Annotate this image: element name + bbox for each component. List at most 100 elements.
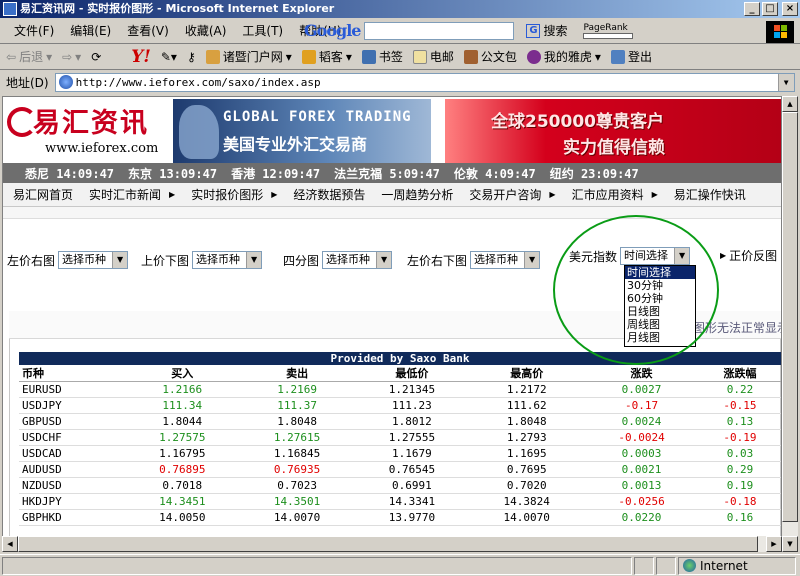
address-bar: 地址(D) http://www.ieforex.com/saxo/index.… [0, 70, 800, 94]
time-option[interactable]: 日线图 [625, 305, 695, 318]
time-option[interactable]: 60分钟 [625, 292, 695, 305]
page-icon [58, 75, 73, 89]
pencil-icon[interactable]: ✎▾ [161, 50, 177, 64]
portal-button[interactable]: 诸暨门户网 ▾ [205, 48, 292, 65]
address-dropdown-icon[interactable]: ▼ [777, 73, 794, 91]
left-bottom-group: 左价右下图 选择币种 ▼ [407, 251, 541, 269]
nav-economic-data[interactable]: 经济数据预告 [283, 186, 371, 203]
google-search-input[interactable] [364, 21, 515, 40]
clock-newyork: 纽约 23:09:47 [549, 166, 639, 181]
nav-flash[interactable]: 易汇操作快讯 [664, 186, 752, 203]
table-cell: 1.8012 [354, 413, 470, 430]
scroll-down-icon[interactable]: ▼ [782, 536, 798, 552]
table-cell: 1.16845 [239, 445, 355, 462]
vertical-scrollbar[interactable]: ▲ ▼ [782, 96, 798, 552]
logout-button[interactable]: 登出 [610, 48, 652, 65]
quote-table: 币种 买入 卖出 最低价 最高价 涨跌 涨跌幅 EURUSD 1.2166 1.2169 1.21… [19, 365, 781, 526]
myyahoo-button[interactable]: 我的雅虎 ▾ [526, 48, 601, 65]
table-cell: 14.3824 [469, 493, 585, 510]
minimize-button[interactable]: _ [744, 2, 760, 16]
yahoo-button[interactable]: Y! [131, 47, 151, 67]
nav-home[interactable]: 易汇网首页 [3, 186, 79, 203]
forex-trading-banner[interactable]: GLOBAL FOREX TRADING 美国专业外汇交易商 [173, 99, 431, 163]
table-cell: 1.8048 [469, 413, 585, 430]
hscroll-thumb[interactable] [18, 536, 758, 552]
email-button[interactable]: 电邮 [412, 48, 454, 65]
table-cell: AUDUSD [19, 461, 125, 478]
briefcase-button[interactable]: 公文包 [463, 48, 517, 65]
table-cell: 14.3341 [354, 493, 470, 510]
time-select[interactable]: 时间选择 ▼ [620, 247, 691, 265]
left-right-select[interactable]: 选择币种 ▼ [58, 251, 129, 269]
column-header: 卖出 [239, 365, 355, 382]
google-logo[interactable]: Google [304, 21, 361, 40]
briefcase-icon [463, 49, 478, 64]
scroll-up-icon[interactable]: ▲ [782, 96, 798, 112]
table-cell: 0.76895 [124, 461, 240, 478]
table-cell: 0.0003 [584, 445, 699, 462]
table-cell: 0.22 [698, 381, 781, 398]
nav-weekly-trend[interactable]: 一周趋势分析 [371, 186, 459, 203]
site-logo[interactable]: 易汇资讯 www.ieforex.com [7, 101, 169, 161]
nav-account[interactable]: 交易开户咨询 ▶ [459, 186, 561, 203]
nav-resources[interactable]: 汇市应用资料 ▶ [562, 186, 664, 203]
blog-icon [301, 49, 316, 64]
scroll-right-icon[interactable]: ▶ [766, 536, 782, 552]
reverse-link[interactable]: ▶ 正价反图 [720, 247, 777, 264]
top-bottom-select[interactable]: 选择币种 ▼ [192, 251, 263, 269]
world-clock-bar: 悉尼 14:09:47 东京 13:09:47 香港 12:09:47 法兰克福… [3, 163, 781, 183]
table-cell: EURUSD [19, 381, 125, 398]
table-cell: 0.0013 [584, 477, 699, 494]
customers-banner[interactable]: 全球250000尊贵客户 实力值得信赖 [445, 99, 781, 163]
bookmark-icon [361, 49, 376, 64]
key-icon[interactable]: ⚷ [187, 50, 196, 64]
refresh-button[interactable]: ⟳ [91, 50, 101, 64]
address-input[interactable]: http://www.ieforex.com/saxo/index.asp ▼ [54, 72, 795, 92]
back-button[interactable]: ⇦ 后退 ▾ [6, 48, 52, 65]
bookmark-button[interactable]: 书签 [361, 48, 403, 65]
table-cell: -0.15 [698, 397, 781, 414]
column-header: 最低价 [354, 365, 470, 382]
nav-news[interactable]: 实时汇市新闻 ▶ [79, 186, 181, 203]
pagerank-bar [583, 32, 634, 39]
horizontal-scrollbar[interactable]: ◀ ▶ [2, 536, 782, 552]
graph-warning-link[interactable]: 图形无法正常显示 [693, 319, 781, 336]
maximize-button[interactable]: □ [762, 2, 778, 16]
menu-view[interactable]: 查看(V) [119, 22, 177, 39]
table-cell: 1.1679 [354, 445, 470, 462]
google-search-button[interactable]: G 搜索 [522, 22, 571, 39]
clock-london: 伦敦 4:09:47 [453, 166, 536, 181]
menu-tools[interactable]: 工具(T) [234, 22, 291, 39]
pagerank: PageRank [583, 23, 634, 39]
scroll-left-icon[interactable]: ◀ [2, 536, 18, 552]
table-cell: 0.76935 [239, 461, 355, 478]
quad-select[interactable]: 选择币种 ▼ [322, 251, 393, 269]
menu-favorites[interactable]: 收藏(A) [177, 22, 235, 39]
standard-toolbar: ⇦ 后退 ▾ ⇨ ▾ ⟳ Y! ✎▾ ⚷ 诸暨门户网 ▾ 韬客 ▾ 书签 电邮 公文包 我… [0, 44, 800, 70]
forward-button[interactable]: ⇨ ▾ [62, 50, 81, 64]
table-row: HKDJPY 14.3451 14.3501 14.3341 14.3824 -0.025… [19, 493, 781, 510]
table-cell: 0.16 [698, 509, 781, 526]
close-button[interactable]: × [782, 2, 798, 16]
table-cell: -0.0256 [584, 493, 699, 510]
table-cell: 1.1695 [469, 445, 585, 462]
zone-indicator: Internet [678, 556, 796, 575]
table-cell: GBPHKD [19, 509, 125, 526]
column-header: 买入 [124, 365, 240, 382]
table-cell: HKDJPY [19, 493, 125, 510]
time-option[interactable]: 30分钟 [625, 279, 695, 292]
time-option[interactable]: 月线图 [625, 331, 695, 344]
menu-edit[interactable]: 编辑(E) [62, 22, 119, 39]
table-cell: 0.29 [698, 461, 781, 478]
time-option[interactable]: 时间选择 [625, 266, 695, 279]
left-bottom-select[interactable]: 选择币种 ▼ [470, 251, 541, 269]
scroll-thumb[interactable] [782, 112, 798, 522]
menu-file[interactable]: 文件(F) [6, 22, 62, 39]
table-cell: 111.37 [239, 397, 355, 414]
table-cell: 0.19 [698, 477, 781, 494]
time-option[interactable]: 周线图 [625, 318, 695, 331]
table-cell: 0.7695 [469, 461, 585, 478]
nav-quotes[interactable]: 实时报价图形 ▶ [181, 186, 283, 203]
status-text [2, 556, 632, 575]
blog-button[interactable]: 韬客 ▾ [301, 48, 352, 65]
